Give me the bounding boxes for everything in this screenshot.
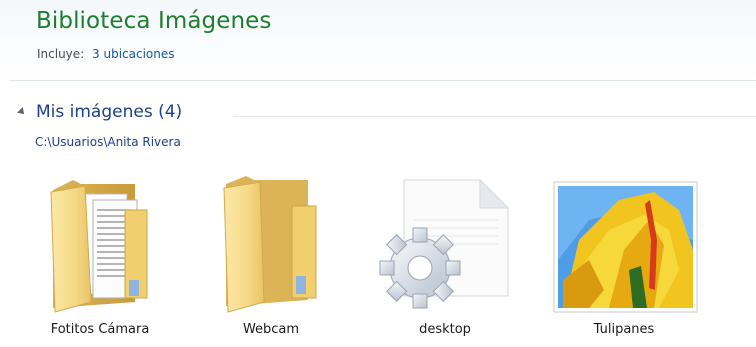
item-label: Tulipanes <box>593 322 655 337</box>
locations-link[interactable]: 3 ubicaciones <box>92 47 174 61</box>
folder-with-documents-icon <box>50 180 148 313</box>
image-thumbnail <box>553 181 698 313</box>
includes-row: Incluye: 3 ubicaciones <box>37 47 175 61</box>
group-header: Mis imágenes (4) <box>17 102 756 126</box>
file-item-webcam[interactable]: Webcam <box>196 170 346 345</box>
item-label: desktop <box>419 322 471 337</box>
library-title: Biblioteca Imágenes <box>36 8 272 34</box>
file-item-desktop[interactable]: desktop <box>370 170 520 345</box>
collapse-arrow-icon[interactable] <box>17 107 27 117</box>
group-path: C:\Usuarios\Anita Rivera <box>35 135 181 149</box>
group-title[interactable]: Mis imágenes (4) <box>36 102 182 122</box>
file-item-tulipanes[interactable]: Tulipanes <box>549 170 699 345</box>
header-divider <box>10 80 756 81</box>
folder-icon <box>223 176 317 313</box>
item-label: Fotitos Cámara <box>50 322 150 337</box>
file-item-fotitos-camara[interactable]: Fotitos Cámara <box>25 170 175 345</box>
group-divider <box>233 116 756 117</box>
settings-file-icon <box>379 178 510 309</box>
includes-label: Incluye: <box>37 47 85 61</box>
item-label: Webcam <box>242 322 300 337</box>
